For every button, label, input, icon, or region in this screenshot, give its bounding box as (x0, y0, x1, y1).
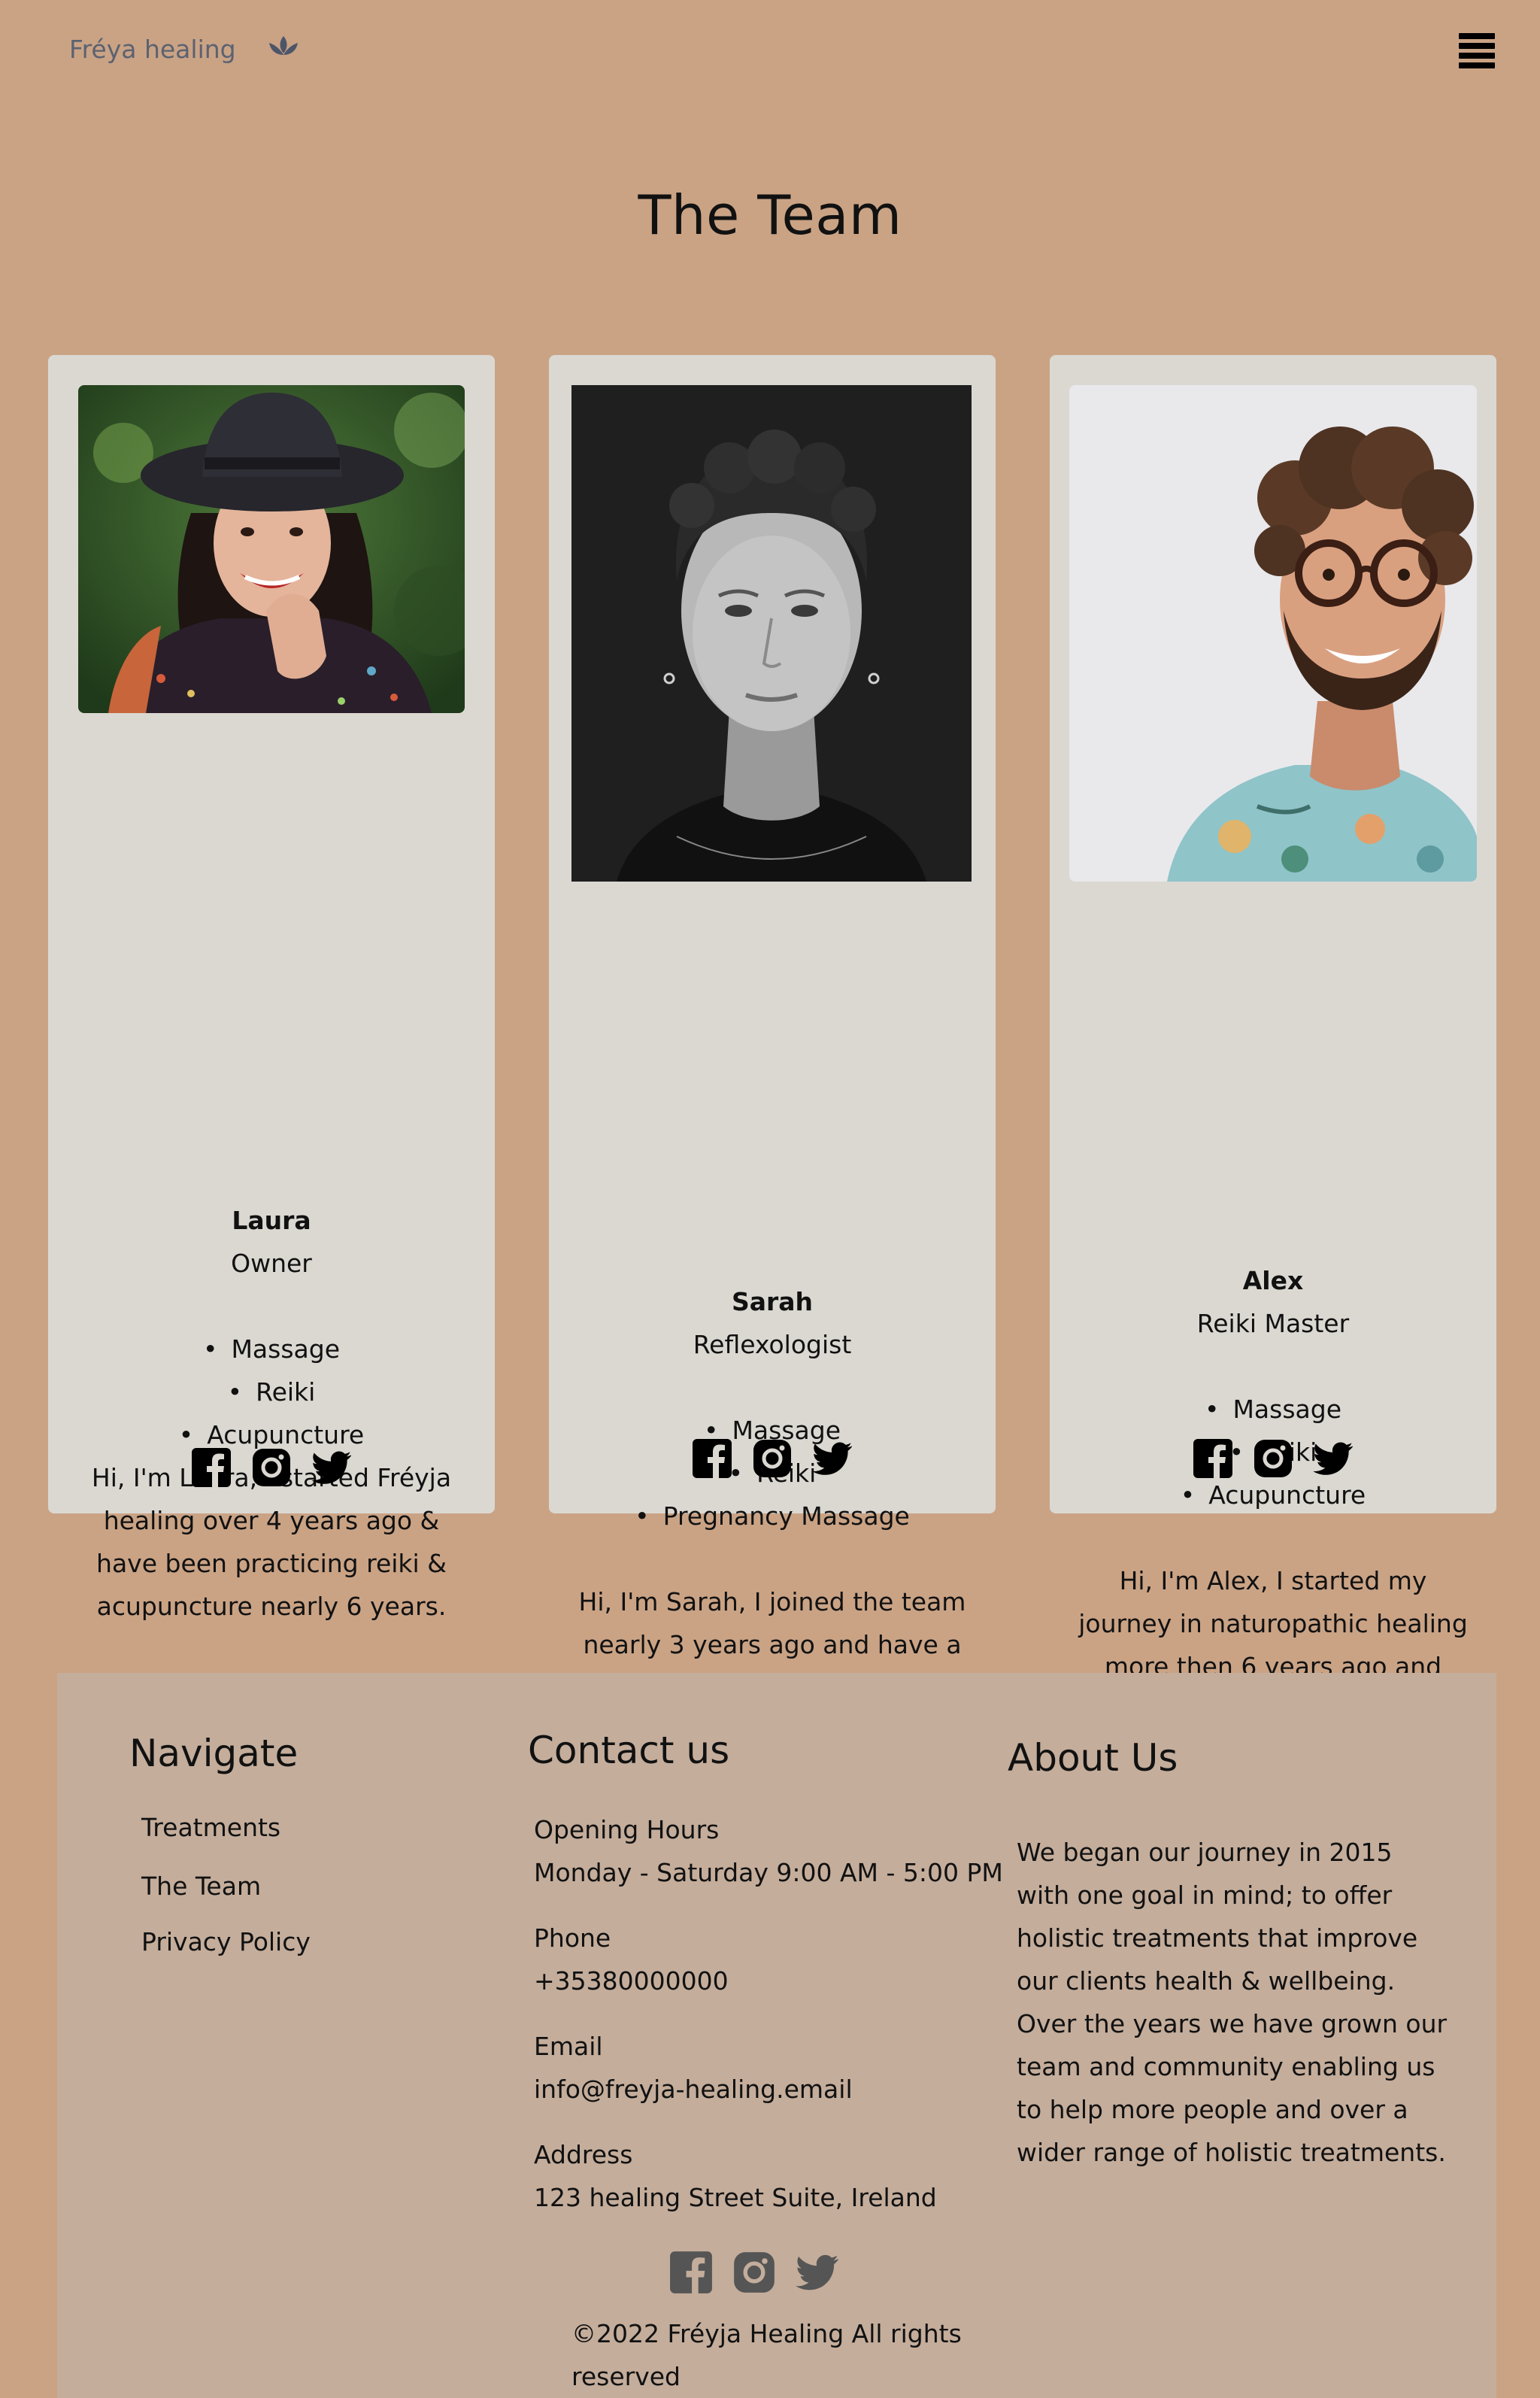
member-photo (571, 385, 972, 882)
facebook-icon[interactable] (191, 1447, 232, 1488)
contact-hours-value: Monday - Saturday 9:00 AM - 5:00 PM (534, 1858, 1003, 1887)
contact-address-value: 123 healing Street Suite, Ireland (534, 2183, 937, 2212)
twitter-icon[interactable] (311, 1447, 352, 1488)
twitter-icon[interactable] (812, 1438, 853, 1479)
team-card-sarah: Sarah Reflexologist Massage Reiki Pregna… (549, 355, 996, 1745)
instagram-icon[interactable] (1253, 1438, 1293, 1479)
social-links (1050, 1438, 1496, 1479)
copyright-text: ©2022 Fréyja Healing All rights reserved (571, 2319, 962, 2391)
skill-item: Acupuncture (1072, 1474, 1474, 1516)
footer-link-privacy-policy[interactable]: Privacy Policy (141, 1927, 311, 1956)
contact-email-value[interactable]: info@freyja-healing.email (534, 2068, 853, 2111)
contact-hours: Opening Hours Monday - Saturday 9:00 AM … (534, 1808, 1003, 1894)
member-photo (1069, 385, 1477, 882)
facebook-icon[interactable] (669, 2251, 713, 2294)
member-name: Laura (232, 1206, 311, 1235)
footer-link-the-team[interactable]: The Team (141, 1871, 261, 1901)
footer-about-text: We began our journey in 2015 with one go… (1017, 1838, 1448, 2167)
member-role: Owner (231, 1249, 312, 1278)
contact-address-label: Address (534, 2140, 633, 2169)
twitter-icon[interactable] (1313, 1438, 1354, 1479)
footer-contact-heading: Contact us (528, 1729, 730, 1772)
facebook-icon[interactable] (1193, 1438, 1233, 1479)
member-name: Alex (1242, 1266, 1304, 1295)
contact-address: Address 123 healing Street Suite, Irelan… (534, 2133, 937, 2219)
instagram-icon[interactable] (732, 2251, 776, 2294)
footer-link-treatments[interactable]: Treatments (141, 1813, 280, 1842)
footer-social-links (669, 2251, 839, 2294)
member-role: Reiki Master (1196, 1309, 1350, 1338)
lotus-icon (266, 33, 301, 60)
contact-hours-label: Opening Hours (534, 1815, 720, 1844)
contact-phone: Phone +35380000000 (534, 1917, 729, 2002)
skill-item: Massage (1072, 1388, 1474, 1431)
twitter-icon[interactable] (796, 2251, 839, 2294)
team-card-alex: Alex Reiki Master Massage Reiki Acupunct… (1050, 355, 1496, 1810)
instagram-icon[interactable] (251, 1447, 292, 1488)
page-title: The Team (638, 184, 902, 247)
brand-name[interactable]: Fréya healing (69, 35, 236, 64)
hamburger-menu-icon[interactable] (1459, 33, 1495, 69)
team-card-laura: Laura Owner Massage Reiki Acupuncture Hi… (48, 355, 495, 1621)
contact-email-label: Email (534, 2032, 603, 2061)
skills-list: Massage Reiki Acupuncture (71, 1328, 472, 1456)
footer-about-heading: About Us (1008, 1736, 1178, 1780)
contact-phone-value[interactable]: +35380000000 (534, 1959, 729, 2002)
social-links (549, 1438, 996, 1479)
skill-item: Reiki (71, 1371, 472, 1413)
site-footer: Navigate Treatments The Team Privacy Pol… (57, 1673, 1496, 2398)
skill-item: Pregnancy Massage (571, 1495, 973, 1537)
member-info: Laura Owner Massage Reiki Acupuncture Hi… (71, 1199, 472, 1628)
contact-phone-label: Phone (534, 1923, 611, 1953)
member-photo (78, 385, 465, 713)
social-links (48, 1447, 495, 1488)
instagram-icon[interactable] (752, 1438, 793, 1479)
member-role: Reflexologist (693, 1330, 852, 1359)
facebook-icon[interactable] (692, 1438, 732, 1479)
contact-email: Email info@freyja-healing.email (534, 2025, 853, 2111)
member-name: Sarah (731, 1287, 814, 1316)
skill-item: Massage (71, 1328, 472, 1371)
footer-navigate-heading: Navigate (129, 1732, 299, 1775)
